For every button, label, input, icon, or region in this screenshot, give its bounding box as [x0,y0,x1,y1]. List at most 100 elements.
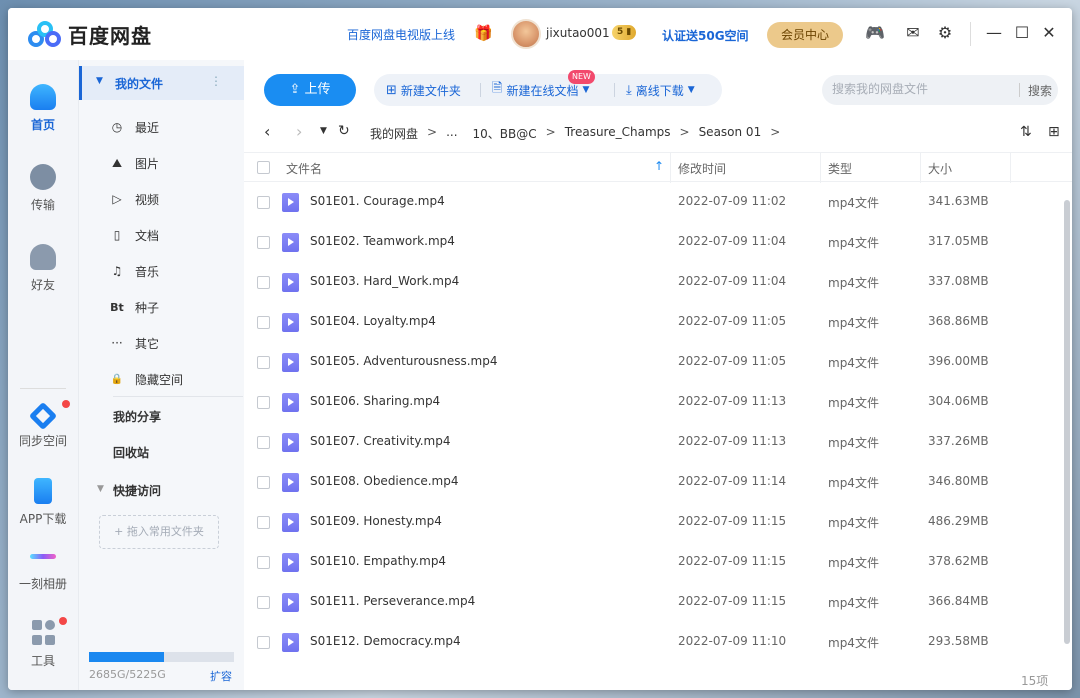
caret-down-icon[interactable]: ▼ [97,484,104,494]
sidebar-quick-access[interactable]: 快捷访问 [113,482,161,499]
sidebar-item-other[interactable]: ··· 其它 [109,328,239,358]
settings-icon[interactable]: ⚙ [935,23,955,43]
rail-item-transfer[interactable]: 传输 [8,164,78,213]
new-folder-button[interactable]: ⊞ 新建文件夹 [386,74,461,106]
row-checkbox[interactable] [257,236,270,249]
mail-icon[interactable]: ✉ [903,23,923,43]
sort-ascending-icon[interactable]: ↑ [654,159,664,173]
row-checkbox[interactable] [257,196,270,209]
breadcrumb-item[interactable]: Season 01 [699,125,762,142]
sort-icon[interactable]: ⇅ [1020,124,1032,140]
username[interactable]: jixutao001 [546,26,610,40]
file-name[interactable]: S01E01. Courage.mp4 [310,194,445,208]
table-row[interactable]: S01E02. Teamwork.mp4 2022-07-09 11:04 mp4文… [244,222,1059,262]
table-row[interactable]: S01E01. Courage.mp4 2022-07-09 11:02 mp4文件… [244,182,1059,222]
sidebar-item-torrent[interactable]: Bt 种子 [109,292,239,322]
file-name[interactable]: S01E05. Adventurousness.mp4 [310,354,498,368]
caret-down-icon[interactable]: ▼ [96,76,103,86]
avatar[interactable] [511,19,541,49]
maximize-icon[interactable]: ☐ [1012,23,1032,43]
close-icon[interactable]: ✕ [1039,23,1059,43]
table-row[interactable]: S01E10. Empathy.mp4 2022-07-09 11:15 mp4文件… [244,542,1059,582]
sidebar-item-documents[interactable]: ▯ 文档 [109,220,239,250]
file-name[interactable]: S01E11. Perseverance.mp4 [310,594,475,608]
notification-dot [62,400,70,408]
file-name[interactable]: S01E08. Obedience.mp4 [310,474,459,488]
file-name[interactable]: S01E07. Creativity.mp4 [310,434,450,448]
column-header-name[interactable]: 文件名 [286,160,322,177]
sidebar-my-files[interactable]: ▼ 我的文件 ⋮ [79,66,245,100]
column-divider[interactable] [820,153,821,183]
sidebar-item-recent[interactable]: ◷ 最近 [109,112,239,142]
row-checkbox[interactable] [257,476,270,489]
file-name[interactable]: S01E06. Sharing.mp4 [310,394,440,408]
rail-item-home[interactable]: 首页 [8,84,78,133]
row-checkbox[interactable] [257,396,270,409]
breadcrumb-item[interactable]: ... [446,125,457,142]
search-input[interactable] [832,82,1012,96]
sidebar-item-hidden-space[interactable]: 🔒 隐藏空间 [109,364,239,394]
rail-item-app-download[interactable]: APP下载 [8,478,78,527]
row-checkbox[interactable] [257,516,270,529]
select-all-checkbox[interactable] [257,161,270,174]
quick-access-drop-zone[interactable]: + 拖入常用文件夹 [99,515,219,549]
verify-promo-link[interactable]: 认证送50G空间 [662,27,749,44]
gift-icon[interactable]: 🎁 [474,24,493,42]
rail-item-album[interactable]: 一刻相册 [8,544,78,592]
sidebar-item-my-share[interactable]: 我的分享 [113,408,161,425]
search-button[interactable]: 搜索 [1028,82,1052,99]
row-checkbox[interactable] [257,436,270,449]
table-row[interactable]: S01E04. Loyalty.mp4 2022-07-09 11:05 mp4文件… [244,302,1059,342]
grid-view-icon[interactable]: ⊞ [1048,124,1060,140]
offline-download-button[interactable]: ⤓ 离线下载 ▼ [626,74,695,106]
row-checkbox[interactable] [257,556,270,569]
breadcrumb-item[interactable]: 10、BB@C [473,125,537,142]
sidebar-item-recycle-bin[interactable]: 回收站 [113,444,149,461]
file-name[interactable]: S01E03. Hard_Work.mp4 [310,274,459,288]
table-row[interactable]: S01E07. Creativity.mp4 2022-07-09 11:13 mp… [244,422,1059,462]
table-row[interactable]: S01E03. Hard_Work.mp4 2022-07-09 11:04 mp4… [244,262,1059,302]
table-row[interactable]: S01E05. Adventurousness.mp4 2022-07-09 11… [244,342,1059,382]
row-checkbox[interactable] [257,636,270,649]
game-icon[interactable]: 🎮 [865,23,885,43]
member-center-button[interactable]: 会员中心 [767,22,843,48]
sidebar-item-music[interactable]: ♫ 音乐 [109,256,239,286]
history-dropdown-icon[interactable]: ▼ [320,126,327,136]
table-row[interactable]: S01E08. Obedience.mp4 2022-07-09 11:14 mp4… [244,462,1059,502]
column-divider[interactable] [1010,153,1011,183]
table-row[interactable]: S01E09. Honesty.mp4 2022-07-09 11:15 mp4文件… [244,502,1059,542]
back-icon[interactable]: ‹ [264,122,270,141]
file-name[interactable]: S01E02. Teamwork.mp4 [310,234,455,248]
upload-button[interactable]: ⇪ 上传 [264,74,356,106]
table-row[interactable]: S01E06. Sharing.mp4 2022-07-09 11:13 mp4文件… [244,382,1059,422]
column-header-type[interactable]: 类型 [828,160,852,177]
sidebar-item-videos[interactable]: ▷ 视频 [109,184,239,214]
table-row[interactable]: S01E12. Democracy.mp4 2022-07-09 11:10 mp4… [244,622,1059,662]
file-name[interactable]: S01E12. Democracy.mp4 [310,634,461,648]
refresh-icon[interactable]: ↻ [338,123,350,139]
file-name[interactable]: S01E04. Loyalty.mp4 [310,314,436,328]
column-header-size[interactable]: 大小 [928,160,952,177]
rail-item-sync[interactable]: 同步空间 [8,400,78,449]
sidebar-item-images[interactable]: ⛰ 图片 [109,148,239,178]
column-divider[interactable] [920,153,921,183]
minimize-icon[interactable]: — [984,23,1004,43]
row-checkbox[interactable] [257,316,270,329]
column-header-date[interactable]: 修改时间 [678,160,726,177]
forward-icon[interactable]: › [296,122,302,141]
file-name[interactable]: S01E09. Honesty.mp4 [310,514,442,528]
row-checkbox[interactable] [257,276,270,289]
breadcrumb-item[interactable]: Treasure_Champs [565,125,671,142]
breadcrumb-item[interactable]: 我的网盘 [370,125,418,142]
more-options-icon[interactable]: ⋮ [210,74,222,88]
tv-promo-link[interactable]: 百度网盘电视版上线 [347,26,455,43]
table-row[interactable]: S01E11. Perseverance.mp4 2022-07-09 11:15… [244,582,1059,622]
row-checkbox[interactable] [257,356,270,369]
rail-item-tools[interactable]: 工具 [8,617,78,669]
file-name[interactable]: S01E10. Empathy.mp4 [310,554,446,568]
row-checkbox[interactable] [257,596,270,609]
vertical-scrollbar[interactable] [1064,200,1070,644]
expand-storage-link[interactable]: 扩容 [210,668,232,684]
rail-item-friends[interactable]: 好友 [8,244,78,293]
column-divider[interactable] [670,153,671,183]
